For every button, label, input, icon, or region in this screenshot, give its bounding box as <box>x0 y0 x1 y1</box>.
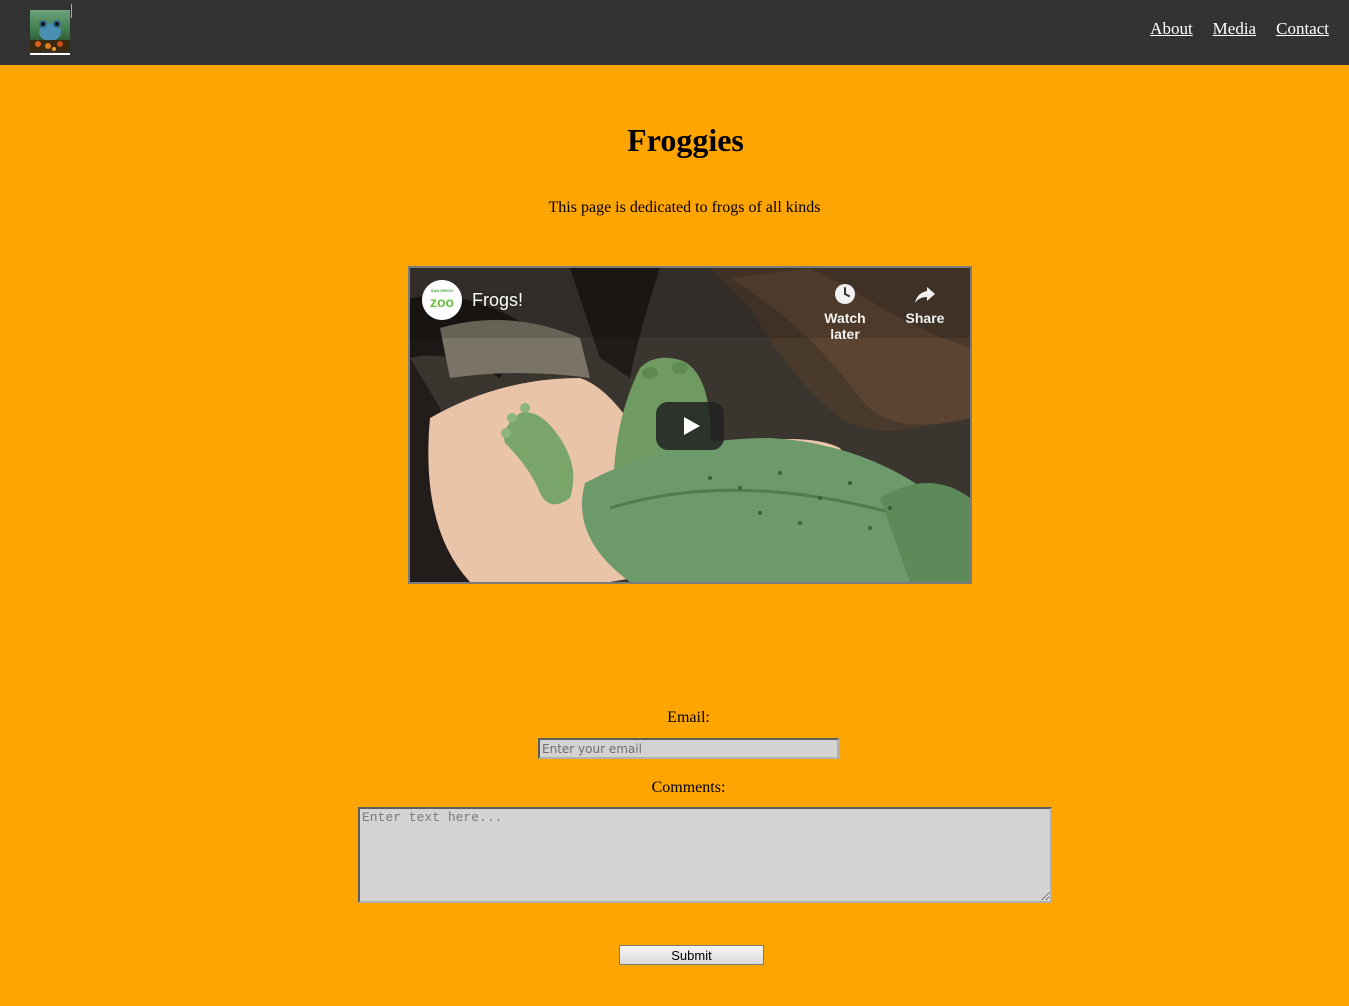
nav-link-about[interactable]: About <box>1150 19 1193 39</box>
share-label: Share <box>905 310 945 326</box>
play-icon <box>684 417 700 435</box>
nav-link-contact[interactable]: Contact <box>1276 19 1329 39</box>
svg-text:zoo: zoo <box>430 294 454 310</box>
nav-links: About Media Contact <box>1150 19 1329 39</box>
watch-later-button[interactable]: Watch later <box>808 282 882 342</box>
watch-later-label: Watch later <box>824 310 866 342</box>
clock-icon <box>835 284 855 304</box>
channel-avatar[interactable]: SAN DIEGO zoo <box>422 280 462 320</box>
email-input[interactable] <box>538 738 839 759</box>
logo-broken-indicator <box>71 4 72 18</box>
email-label: Email: <box>667 709 710 726</box>
video-title[interactable]: Frogs! <box>472 290 523 311</box>
nav-link-media[interactable]: Media <box>1213 19 1256 39</box>
page-subtitle: This page is dedicated to frogs of all k… <box>548 199 821 216</box>
navbar: About Media Contact <box>0 0 1349 65</box>
frog-logo-image <box>30 10 70 52</box>
submit-button[interactable]: Submit <box>619 945 764 965</box>
comments-label: Comments: <box>651 779 726 796</box>
page-title: Froggies <box>627 122 744 158</box>
logo-link[interactable] <box>30 10 70 55</box>
share-button[interactable]: Share <box>902 282 948 326</box>
svg-text:SAN DIEGO: SAN DIEGO <box>431 288 453 293</box>
share-arrow-icon <box>915 287 935 303</box>
comments-textarea[interactable] <box>358 807 1052 903</box>
video-embed[interactable]: SAN DIEGO zoo Frogs! Watch later Share <box>408 266 972 584</box>
play-button[interactable] <box>656 402 724 450</box>
